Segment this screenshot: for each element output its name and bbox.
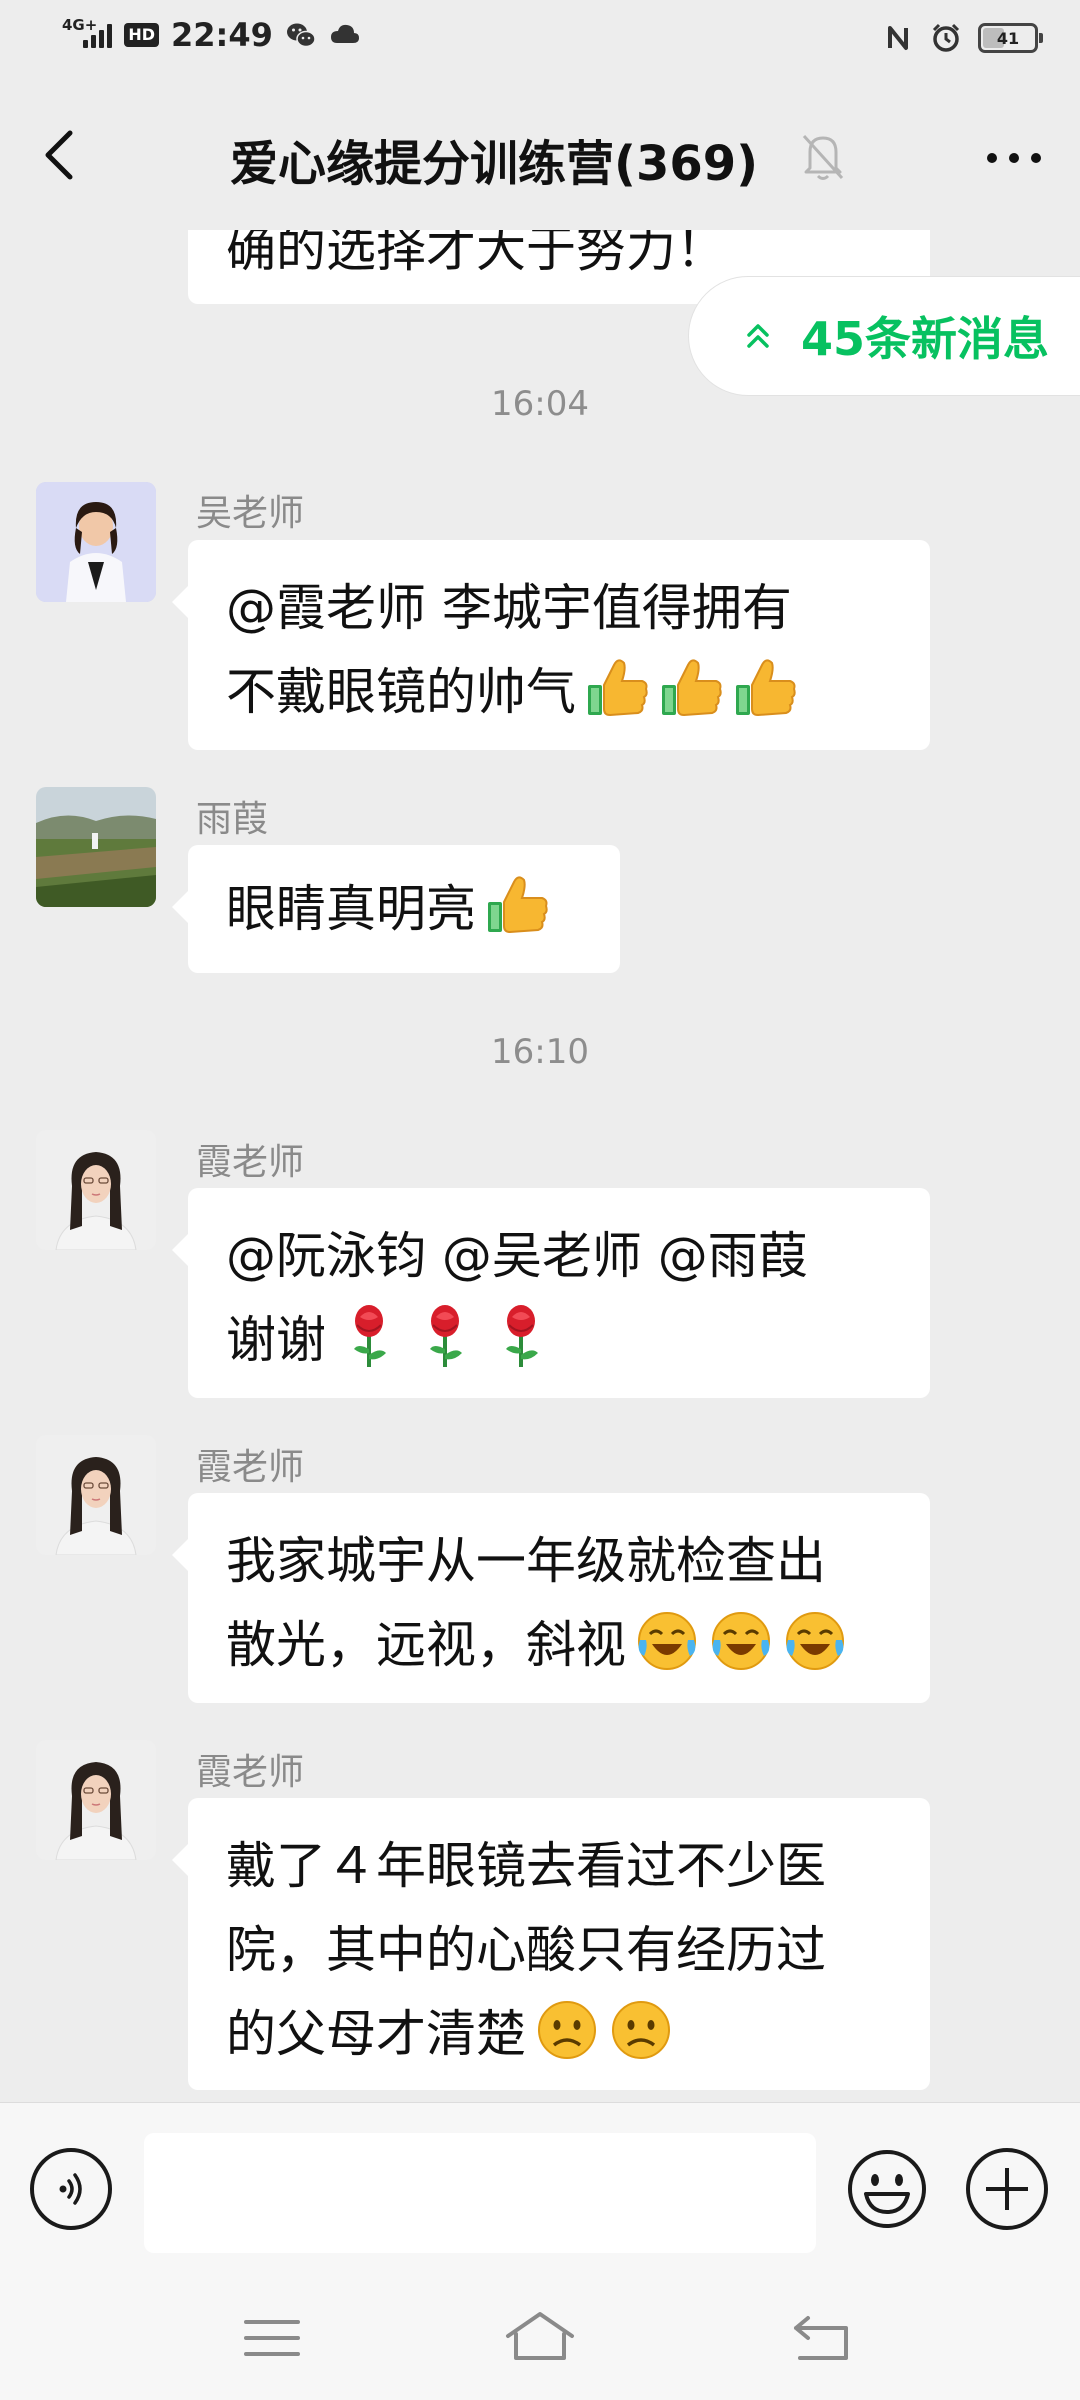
voice-input-button[interactable] (30, 2148, 112, 2230)
crying-laughing-emoji (708, 1608, 774, 1674)
nfc-icon (888, 26, 908, 50)
wechat-group-chat-screen: 4G+ HD 22:49 41 爱心缘提分训练营(369) 确的选择才大于努力！… (0, 0, 1080, 2400)
back-icon[interactable] (782, 2308, 862, 2368)
message-bubble[interactable]: @霞老师 李城宇值得拥有 不戴眼镜的帅气 (172, 540, 930, 750)
message-input[interactable] (144, 2133, 816, 2253)
new-messages-button[interactable]: 45条新消息 (688, 276, 1080, 396)
status-time: 22:49 (171, 16, 273, 54)
more-functions-button[interactable] (966, 2148, 1048, 2230)
message-bubble[interactable]: 我家城宇从一年级就检查出 散光，远视，斜视 (172, 1493, 930, 1703)
more-options-button[interactable] (974, 130, 1054, 186)
voice-icon (59, 2173, 82, 2205)
sender-name: 霞老师 (196, 1447, 305, 1488)
message-text: 院，其中的心酸只有经历过 (226, 1921, 826, 1979)
message-timestamp: 16:10 (491, 1032, 589, 1072)
double-chevron-up-icon (747, 324, 769, 348)
avatar-image (36, 787, 156, 907)
message-text: 戴了４年眼镜去看过不少医 (226, 1837, 826, 1895)
message-text: 眼睛真明亮 (226, 880, 476, 938)
message-text-line: 不戴眼镜的帅气 (226, 650, 892, 734)
message-text: 我家城宇从一年级就检查出 (226, 1532, 826, 1590)
network-type: 4G+ (62, 16, 98, 34)
message-text-line: 谢谢 (226, 1298, 892, 1382)
avatar-image (36, 1435, 156, 1555)
message-bubble[interactable]: 眼睛真明亮 (172, 845, 620, 973)
crying-laughing-emoji (782, 1608, 848, 1674)
sad-face-emoji (608, 1997, 674, 2063)
avatar[interactable] (36, 787, 156, 907)
sad-face-emoji (534, 1997, 600, 2063)
more-dots-icon (987, 153, 997, 163)
thumbs-up-emoji (584, 655, 650, 721)
home-icon[interactable] (500, 2308, 580, 2368)
emoji-button[interactable] (846, 2148, 928, 2230)
avatar[interactable] (36, 1740, 156, 1860)
message-text-line: 散光，远视，斜视 (226, 1603, 892, 1687)
message-timestamp: 16:04 (491, 384, 589, 424)
message-bubble[interactable]: 戴了４年眼镜去看过不少医 院，其中的心酸只有经历过 的父母才清楚 (172, 1798, 930, 2090)
sender-name: 吴老师 (196, 493, 305, 534)
hd-badge: HD (124, 23, 159, 47)
rose-emoji (412, 1303, 478, 1369)
battery-percent: 41 (996, 28, 1020, 48)
sender-name: 霞老师 (196, 1142, 305, 1183)
avatar-image (36, 1740, 156, 1860)
avatar-image (36, 482, 156, 602)
wechat-icon (286, 23, 316, 48)
message-bubble[interactable]: @阮泳钧 @吴老师 @雨葭 谢谢 (172, 1188, 930, 1398)
back-button[interactable] (30, 122, 90, 188)
sender-name: 雨葭 (196, 799, 269, 840)
chat-title: 爱心缘提分训练营(369) (230, 136, 759, 192)
cloud-icon (330, 24, 359, 43)
avatar-image (36, 1130, 156, 1250)
sender-name: 霞老师 (196, 1752, 305, 1793)
message-text: @阮泳钧 @吴老师 @雨葭 (226, 1227, 808, 1285)
message-list[interactable]: 确的选择才大于努力！ 45条新消息 16:04 吴老师 @霞老师 李城宇值得拥有 (0, 230, 1080, 2102)
thumbs-up-emoji (484, 872, 550, 938)
battery-icon: 41 (978, 23, 1043, 53)
back-arrow-icon (45, 130, 73, 180)
avatar[interactable] (36, 1130, 156, 1250)
avatar[interactable] (36, 1435, 156, 1555)
alarm-icon (932, 23, 960, 52)
chat-header: 爱心缘提分训练营(369) (0, 80, 1080, 230)
chat-input-bar (0, 2102, 1080, 2278)
status-bar: 4G+ HD 22:49 41 (0, 0, 1080, 80)
rose-emoji (336, 1303, 402, 1369)
rose-emoji (488, 1303, 554, 1369)
mute-bell-icon (802, 134, 844, 180)
message-text: @霞老师 李城宇值得拥有 (226, 579, 792, 637)
avatar[interactable] (36, 482, 156, 602)
message-text-line: 的父母才清楚 (226, 1992, 892, 2076)
menu-icon[interactable] (232, 2308, 312, 2368)
thumbs-up-emoji (658, 655, 724, 721)
new-messages-label: 45条新消息 (801, 312, 1050, 366)
thumbs-up-emoji (732, 655, 798, 721)
crying-laughing-emoji (634, 1608, 700, 1674)
system-navigation-bar (0, 2278, 1080, 2400)
